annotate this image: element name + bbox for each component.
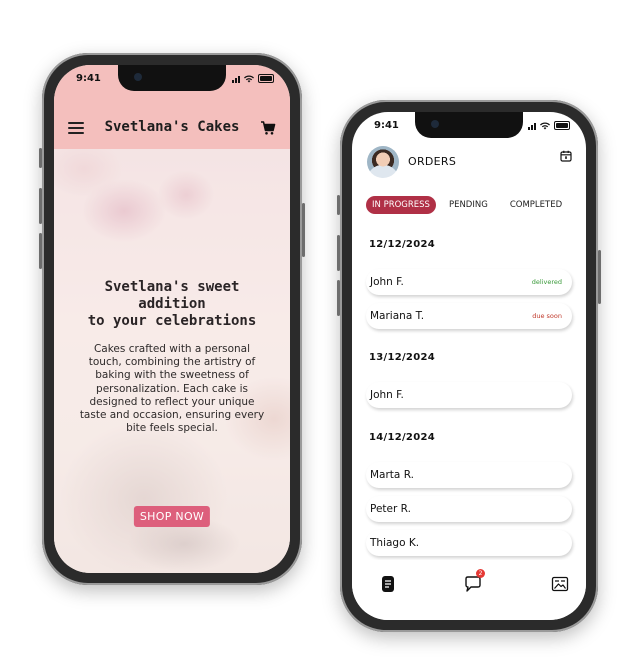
- order-row[interactable]: John F. delivered: [366, 269, 572, 295]
- orders-screen: 9:41 ORDERS IN PROGRESS PENDING COMPLETE…: [352, 112, 586, 620]
- app-title: Svetlana's Cakes: [104, 119, 240, 135]
- order-row[interactable]: John F.: [366, 382, 572, 408]
- status-time: 9:41: [76, 73, 101, 84]
- order-row[interactable]: Peter R.: [366, 496, 572, 522]
- image-gallery-icon[interactable]: [550, 574, 570, 594]
- customer-name: John F.: [370, 389, 404, 401]
- shop-now-button[interactable]: SHOP NOW: [133, 506, 211, 527]
- customer-name: Mariana T.: [370, 310, 425, 322]
- shopping-cart-icon[interactable]: [260, 120, 276, 136]
- tab-completed[interactable]: COMPLETED: [510, 200, 562, 210]
- order-row[interactable]: Marta R.: [366, 462, 572, 488]
- signal-icon: [232, 75, 240, 83]
- battery-icon: [258, 74, 274, 83]
- status-time: 9:41: [374, 120, 399, 131]
- date-header: 12/12/2024: [369, 239, 435, 250]
- hero-description: Cakes crafted with a personal touch, com…: [79, 343, 265, 435]
- chat-nav-item[interactable]: 2: [463, 569, 485, 594]
- wifi-icon: [244, 74, 254, 82]
- phone-frame-right: 9:41 ORDERS IN PROGRESS PENDING COMPLETE…: [337, 100, 601, 632]
- document-list-icon[interactable]: [378, 574, 398, 594]
- tab-pending[interactable]: PENDING: [449, 200, 488, 210]
- hero-heading: Svetlana's sweet addition to your celebr…: [87, 279, 257, 329]
- battery-icon: [554, 121, 570, 130]
- phone-frame-left: 9:41 Svetlana's Cakes Svetlana's sweet a…: [39, 53, 305, 585]
- status-badge: due soon: [532, 312, 562, 320]
- order-status-tabs: IN PROGRESS PENDING COMPLETED: [366, 196, 580, 214]
- status-badge: delivered: [531, 278, 562, 286]
- notification-badge: 2: [476, 569, 485, 578]
- customer-name: Peter R.: [370, 503, 411, 515]
- tab-in-progress[interactable]: IN PROGRESS: [366, 196, 436, 214]
- date-header: 13/12/2024: [369, 352, 435, 363]
- signal-icon: [528, 122, 536, 130]
- bottom-navigation: 2: [352, 560, 586, 620]
- date-header: 14/12/2024: [369, 432, 435, 443]
- page-title: ORDERS: [408, 155, 457, 168]
- landing-screen: 9:41 Svetlana's Cakes Svetlana's sweet a…: [54, 65, 290, 573]
- customer-name: John F.: [370, 276, 404, 288]
- wifi-icon: [540, 121, 550, 129]
- order-row[interactable]: Thiago K.: [366, 530, 572, 556]
- customer-name: Thiago K.: [370, 537, 420, 549]
- calendar-icon[interactable]: [560, 150, 572, 162]
- customer-name: Marta R.: [370, 469, 414, 481]
- avatar[interactable]: [367, 146, 399, 178]
- order-row[interactable]: Mariana T. due soon: [366, 303, 572, 329]
